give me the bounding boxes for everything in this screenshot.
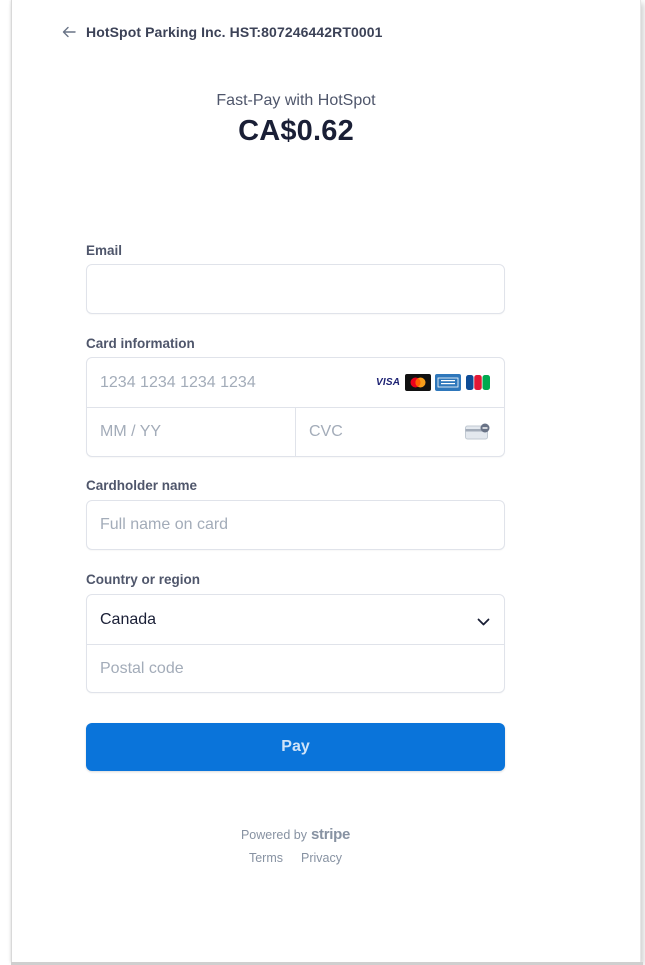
card-brands: VISA	[375, 374, 491, 391]
visa-icon: VISA	[375, 374, 401, 391]
cardholder-name-field[interactable]: Full name on card	[86, 500, 505, 550]
expiry-placeholder: MM / YY	[100, 423, 162, 440]
powered-by-stripe[interactable]: Powered by stripe	[241, 826, 350, 843]
expiry-field[interactable]: MM / YY	[87, 408, 295, 456]
country-postal-group: Canada Postal code	[86, 594, 505, 693]
checkout-page: HotSpot Parking Inc. HST:807246442RT0001…	[0, 0, 645, 965]
jcb-icon	[465, 374, 491, 391]
footer-links: Terms Privacy	[86, 851, 505, 865]
country-label: Country or region	[86, 572, 200, 587]
card-info-label: Card information	[86, 336, 195, 351]
email-field[interactable]	[86, 264, 505, 314]
footer: Powered by stripe Terms Privacy	[86, 826, 505, 865]
country-selected-value: Canada	[100, 610, 157, 628]
cvc-placeholder: CVC	[309, 423, 343, 440]
chevron-down-icon[interactable]	[477, 614, 490, 632]
email-label: Email	[86, 243, 123, 258]
card-expiry-cvc-row: MM / YY CVC	[87, 407, 504, 456]
merchant-name[interactable]: HotSpot Parking Inc. HST:807246442RT0001	[86, 24, 383, 40]
pay-button-label: Pay	[281, 738, 310, 755]
country-select[interactable]: Canada	[87, 595, 504, 644]
powered-by-text: Powered by	[240, 828, 307, 842]
total-amount: CA$0.62	[238, 115, 354, 147]
privacy-link[interactable]: Privacy	[301, 851, 342, 865]
mastercard-icon	[405, 374, 431, 391]
cvc-field[interactable]: CVC	[295, 408, 504, 456]
card-info-group: 1234 1234 1234 1234 VISA MM / YY CVC	[86, 357, 505, 457]
card-number-field[interactable]: 1234 1234 1234 1234 VISA	[87, 358, 504, 407]
order-summary: Fast-Pay with HotSpot CA$0.62	[86, 90, 506, 148]
cardholder-placeholder: Full name on card	[100, 516, 229, 533]
back-arrow-icon[interactable]	[62, 25, 76, 39]
cardholder-label: Cardholder name	[86, 478, 198, 493]
card-number-placeholder: 1234 1234 1234 1234	[100, 373, 256, 391]
merchant-header[interactable]: HotSpot Parking Inc. HST:807246442RT0001	[62, 22, 383, 42]
cvc-card-icon	[465, 423, 491, 446]
postal-code-field[interactable]: Postal code	[87, 644, 504, 693]
amex-icon	[435, 374, 461, 391]
stripe-logo: stripe	[310, 826, 351, 843]
product-name: Fast-Pay with HotSpot	[216, 92, 376, 109]
pay-button[interactable]: Pay	[86, 723, 505, 771]
terms-link[interactable]: Terms	[249, 851, 283, 865]
postal-code-placeholder: Postal code	[100, 660, 184, 677]
